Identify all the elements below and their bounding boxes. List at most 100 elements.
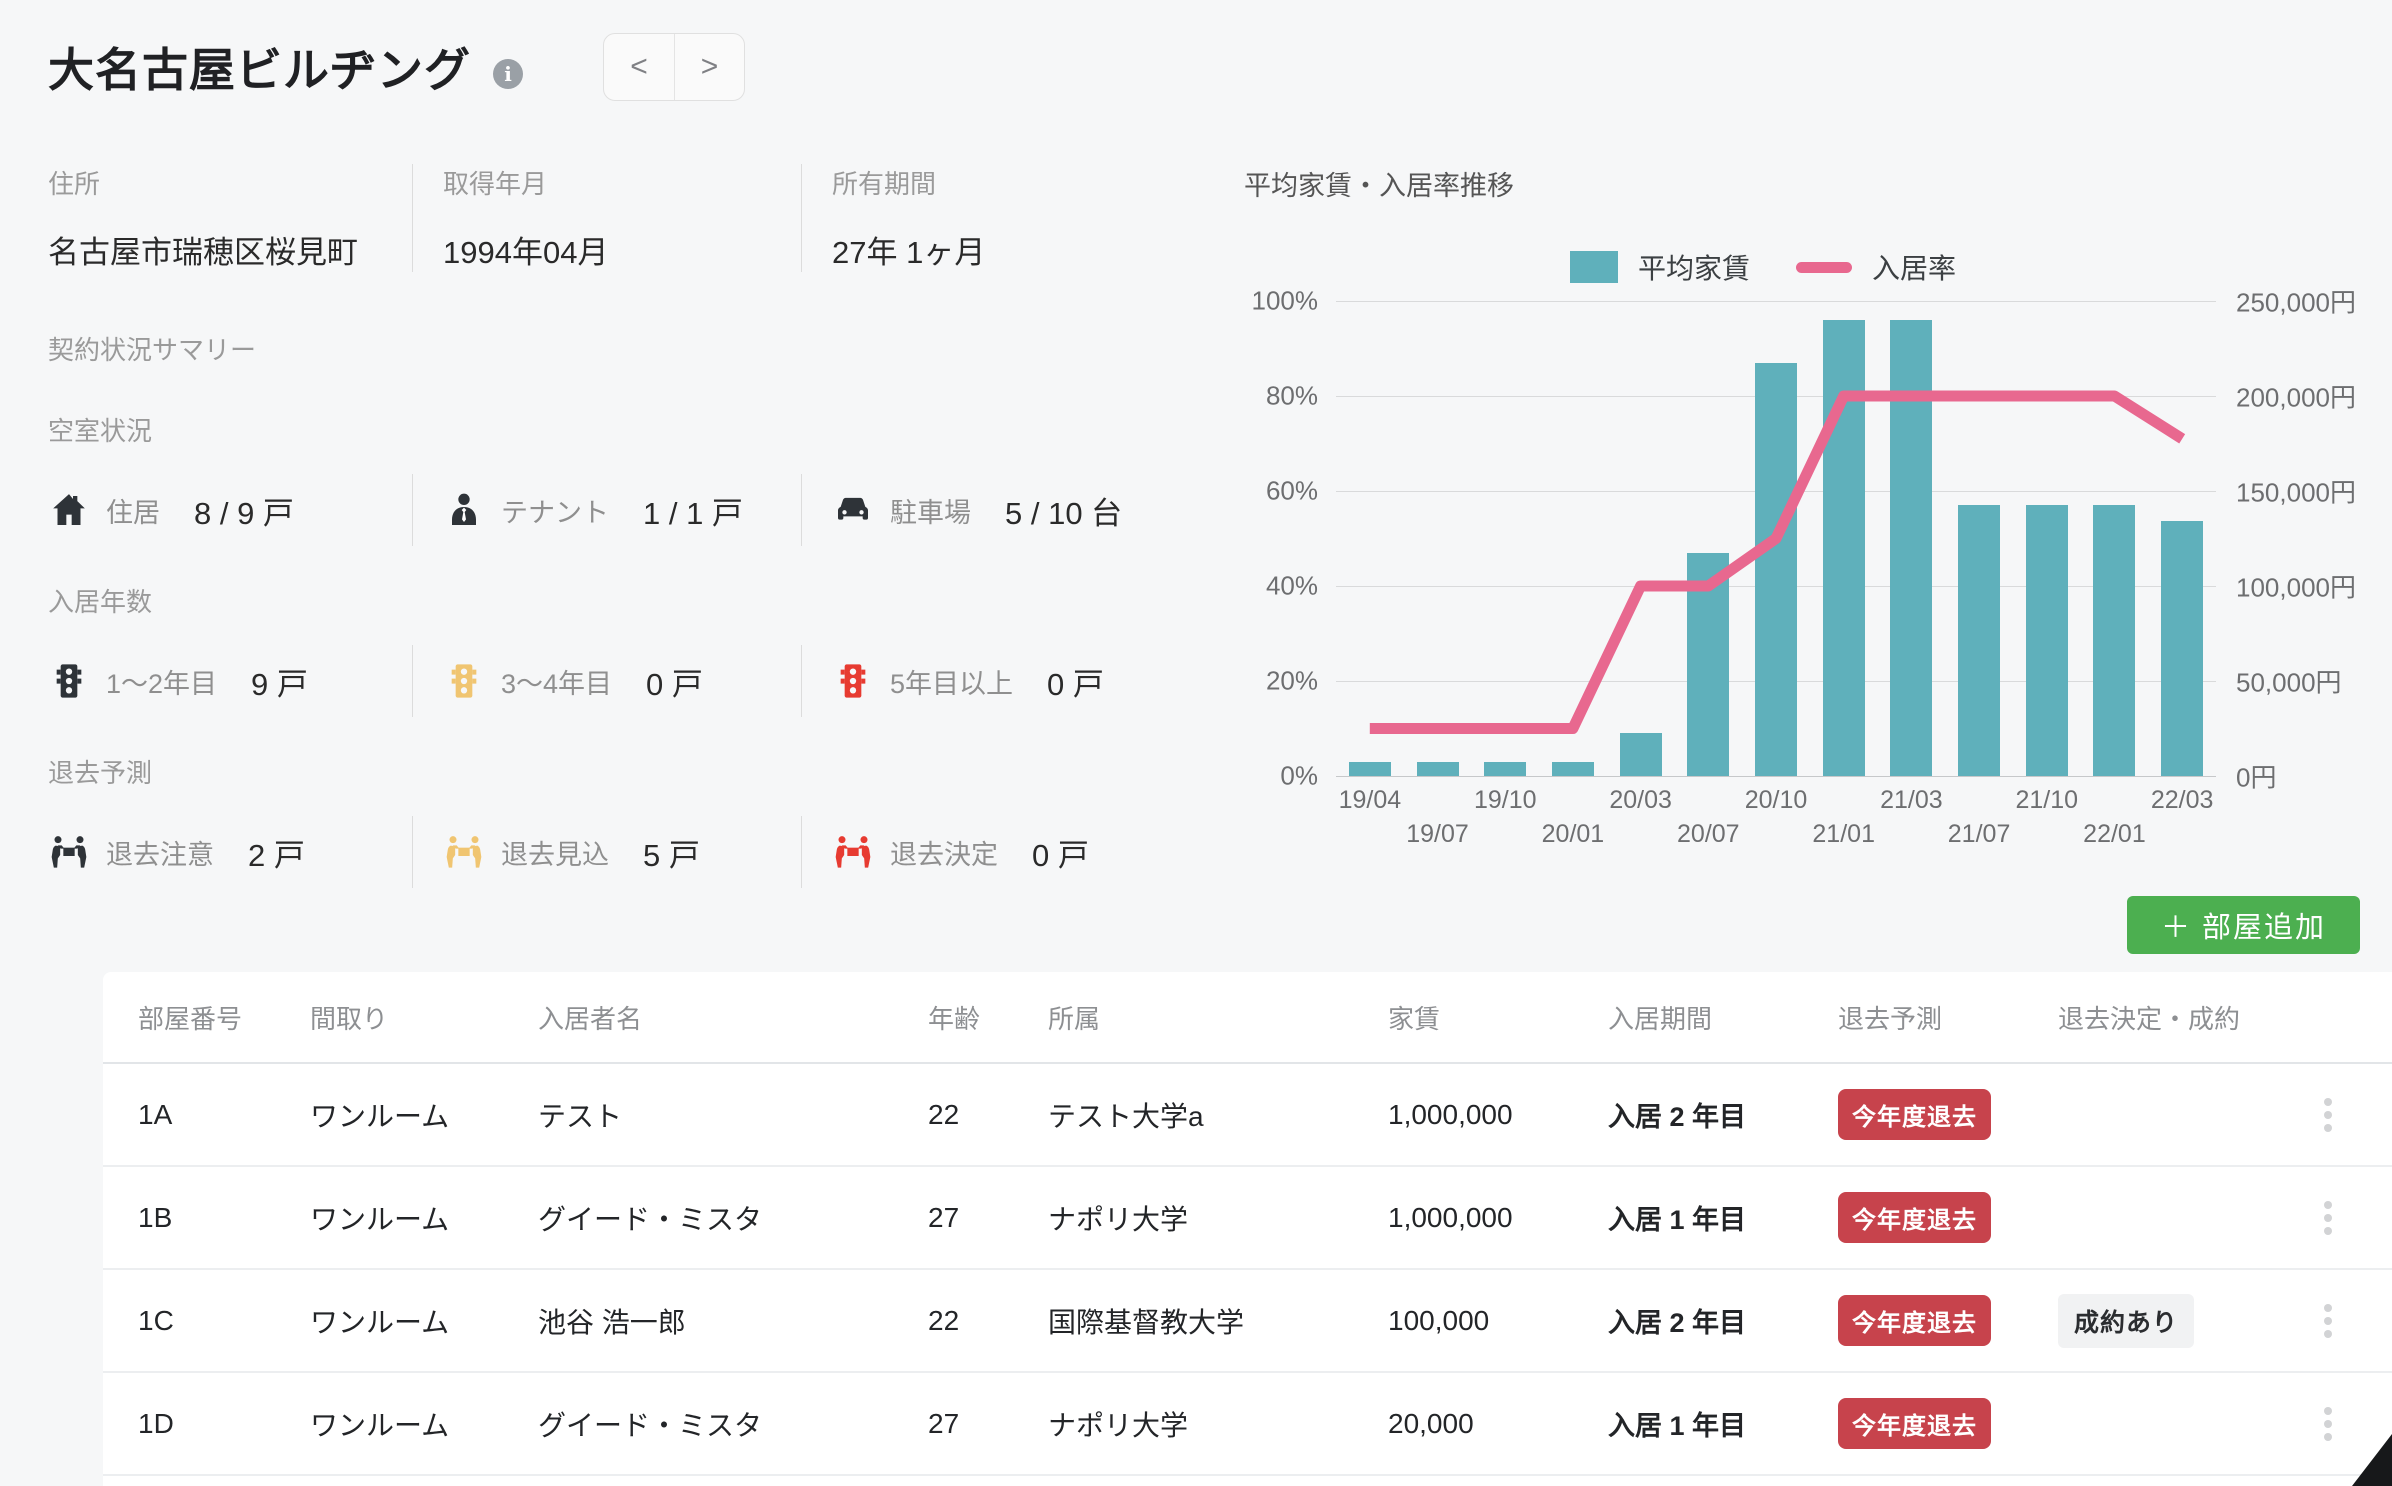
row-menu-button[interactable] xyxy=(2308,1098,2348,1132)
forecast-badge: 今年度退去 xyxy=(1838,1192,1991,1243)
cell-affiliation: 国際基督教大学 xyxy=(1048,1301,1388,1341)
stat-label: 退去決定 xyxy=(890,833,998,872)
cell-rent: 1,000,000 xyxy=(1388,1202,1608,1234)
cell-affiliation: ナポリ大学 xyxy=(1048,1404,1388,1444)
pager: < > xyxy=(603,33,745,101)
cell-rent: 1,000,000 xyxy=(1388,1099,1608,1131)
stat-value: 2 戸 xyxy=(248,830,305,875)
x-axis-tick: 19/07 xyxy=(1406,820,1469,849)
stat-label: 3〜4年目 xyxy=(501,662,612,701)
cell-forecast: 今年度退去 xyxy=(1838,1295,2058,1346)
stat-value: 9 戸 xyxy=(251,659,308,704)
column-header: 年齢 xyxy=(928,999,1048,1036)
cell-decision: 成約あり xyxy=(2058,1294,2308,1348)
occupancy-line xyxy=(1336,301,2216,776)
cell-layout: ワンルーム xyxy=(310,1404,538,1444)
tenure-row: 1〜2年目 9 戸 3〜4年目0 戸5年目以上0 戸 xyxy=(48,645,1198,717)
stat-5年目以上: 5年目以上0 戸 xyxy=(801,645,1198,717)
house-icon xyxy=(48,489,90,531)
stat-value: 1 / 1 戸 xyxy=(643,488,743,533)
left-axis-tick: 40% xyxy=(1266,571,1318,602)
info-icon[interactable]: i xyxy=(493,59,523,89)
stat-退去決定: 退去決定0 戸 xyxy=(801,816,1198,888)
left-axis-tick: 80% xyxy=(1266,381,1318,412)
chart-legend: 平均家賃 入居率 xyxy=(1336,247,2216,287)
table-header-row: 部屋番号間取り入居者名年齢所属家賃入居期間退去予測退去決定・成約 xyxy=(103,972,2392,1064)
acquired-value: 1994年04月 xyxy=(443,227,801,272)
x-axis-tick: 22/01 xyxy=(2083,820,2146,849)
x-axis-tick: 20/07 xyxy=(1677,820,1740,849)
acquired-label: 取得年月 xyxy=(443,164,801,201)
table-row: 1Aワンルームテスト22テスト大学a1,000,000入居 2 年目今年度退去 xyxy=(103,1064,2392,1167)
cell-age: 27 xyxy=(928,1202,1048,1234)
table-row: 1Cワンルーム池谷 浩一郎22国際基督教大学100,000入居 2 年目今年度退… xyxy=(103,1270,2392,1373)
car-icon xyxy=(832,489,874,531)
row-menu-button[interactable] xyxy=(2308,1407,2348,1441)
add-room-button[interactable]: ＋ 部屋追加 xyxy=(2127,896,2360,954)
column-header: 家賃 xyxy=(1388,999,1608,1036)
x-axis-tick: 20/01 xyxy=(1542,820,1605,849)
column-header: 入居期間 xyxy=(1608,999,1838,1036)
cell-forecast: 今年度退去 xyxy=(1838,1398,2058,1449)
cell-rent: 100,000 xyxy=(1388,1305,1608,1337)
contract-summary-label: 契約状況サマリー xyxy=(48,330,1198,367)
x-axis-tick: 21/10 xyxy=(2015,786,2078,815)
cell-layout: ワンルーム xyxy=(310,1095,538,1135)
cell-name: 池谷 浩一郎 xyxy=(538,1301,928,1341)
next-button[interactable]: > xyxy=(674,34,744,100)
forecast-badge: 今年度退去 xyxy=(1838,1398,1991,1449)
cell-affiliation: ナポリ大学 xyxy=(1048,1198,1388,1238)
legend-line-swatch xyxy=(1796,262,1852,273)
table-body: 1Aワンルームテスト22テスト大学a1,000,000入居 2 年目今年度退去1… xyxy=(103,1064,2392,1486)
cell-forecast: 今年度退去 xyxy=(1838,1089,2058,1140)
table-row: 1Bワンルームグイード・ミスタ27ナポリ大学1,000,000入居 1 年目今年… xyxy=(103,1167,2392,1270)
x-axis-tick: 19/04 xyxy=(1339,786,1402,815)
page-header: 大名古屋ビルヂング i < > xyxy=(48,28,2392,106)
column-header: 間取り xyxy=(310,999,538,1036)
property-summary: 住所 名古屋市瑞穂区桜見町 取得年月 1994年04月 所有期間 27年 1ヶ月… xyxy=(48,164,1198,888)
forecast-badge: 今年度退去 xyxy=(1838,1295,1991,1346)
stat-value: 5 / 10 台 xyxy=(1005,488,1122,533)
rooms-table: 部屋番号間取り入居者名年齢所属家賃入居期間退去予測退去決定・成約 1Aワンルーム… xyxy=(103,972,2392,1486)
movers-icon xyxy=(832,831,874,873)
column-header: 部屋番号 xyxy=(138,999,310,1036)
chart-xlabels: 19/0419/0719/1020/0120/0320/0720/1021/01… xyxy=(1336,776,2216,862)
tenure-label: 入居年数 xyxy=(48,582,1198,619)
row-menu-button[interactable] xyxy=(2308,1201,2348,1235)
x-axis-tick: 21/01 xyxy=(1812,820,1875,849)
prev-button[interactable]: < xyxy=(604,34,674,100)
ownership-period-value: 27年 1ヶ月 xyxy=(832,227,1198,272)
cell-name: テスト xyxy=(538,1095,928,1135)
forecast-row: 退去注意2 戸退去見込5 戸退去決定0 戸 xyxy=(48,816,1198,888)
stat-value: 8 / 9 戸 xyxy=(194,488,294,533)
column-header: 退去予測 xyxy=(1838,999,2058,1036)
right-axis-tick: 150,000円 xyxy=(2236,473,2356,510)
legend-bar-label: 平均家賃 xyxy=(1638,247,1750,287)
cell-period: 入居 1 年目 xyxy=(1608,1404,1838,1443)
cell-layout: ワンルーム xyxy=(310,1301,538,1341)
address-label: 住所 xyxy=(48,164,412,201)
stat-駐車場: 駐車場5 / 10 台 xyxy=(801,474,1198,546)
table-row: 1Dワンルームグイード・ミスタ27ナポリ大学20,000入居 1 年目今年度退去 xyxy=(103,1373,2392,1476)
traffic-light-icon xyxy=(832,660,874,702)
stat-label: 1〜2年目 xyxy=(106,662,217,701)
column-header: 入居者名 xyxy=(538,999,928,1036)
stat-退去見込: 退去見込 5 戸 xyxy=(412,816,801,888)
stat-label: 退去見込 xyxy=(501,833,609,872)
cell-layout: ワンルーム xyxy=(310,1198,538,1238)
stat-3〜4年目: 3〜4年目0 戸 xyxy=(412,645,801,717)
row-menu-button[interactable] xyxy=(2308,1304,2348,1338)
chart-plot: 100%250,000円80%200,000円60%150,000円40%100… xyxy=(1336,301,2216,776)
stat-1〜2年目: 1〜2年目 9 戸 xyxy=(48,645,412,717)
cell-age: 27 xyxy=(928,1408,1048,1440)
cell-name: グイード・ミスタ xyxy=(538,1404,928,1444)
forecast-badge: 今年度退去 xyxy=(1838,1089,1991,1140)
page-title: 大名古屋ビルヂング xyxy=(48,34,471,100)
cell-period: 入居 2 年目 xyxy=(1608,1095,1838,1134)
legend-bar-swatch xyxy=(1570,251,1618,283)
stat-value: 5 戸 xyxy=(643,830,700,875)
stat-label: テナント xyxy=(501,491,609,530)
vacancy-label: 空室状況 xyxy=(48,411,1198,448)
cell-forecast: 今年度退去 xyxy=(1838,1192,2058,1243)
cell-age: 22 xyxy=(928,1305,1048,1337)
